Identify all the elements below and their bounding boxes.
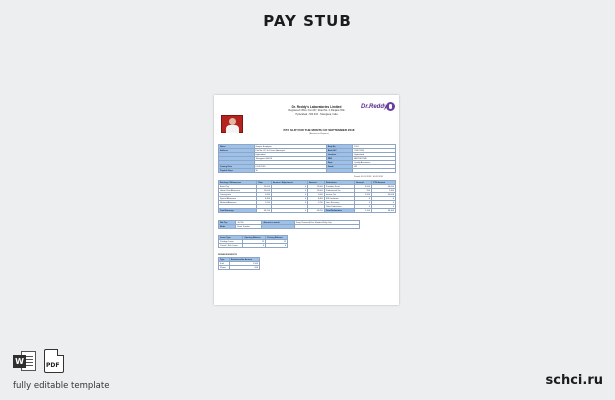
table-cell	[261, 224, 296, 229]
table-cell: Total Earnings	[217, 208, 258, 213]
table-cell: Phone	[218, 265, 230, 270]
pay-stub-document: Dr. Reddy's Laboratories Limited Registe…	[214, 95, 399, 305]
table-cell: 68,400	[371, 208, 396, 213]
employee-info-table: Name Sample Employee Emp No. 1001 Address Plo…	[218, 144, 396, 173]
table-cell: 30	[253, 168, 327, 173]
employee-info-row: Payable Days 30	[218, 168, 396, 173]
totals-row: Total Earnings 46,250 0 46,250 Total Deducti…	[217, 208, 396, 213]
page-title: PAY STUB	[263, 12, 352, 30]
reimbursements-title: REIMBURSEMENTS	[218, 254, 238, 256]
table-cell	[294, 224, 360, 229]
pay-period-note: Period: 01.09.2018 - 30.09.2018	[354, 176, 383, 178]
table-cell: Bank Transfer	[235, 224, 263, 229]
pdf-file-icon: PDF	[44, 349, 64, 373]
brand-name: schci.ru	[545, 373, 603, 388]
earnings-deductions-table: Earnings / Allowances Rate Arrears / Adjus…	[217, 180, 396, 213]
table-cell: 0	[270, 208, 309, 213]
slip-title: PAY SLIP FOR THE MONTH OF SEPTEMBER 2018	[283, 128, 355, 132]
reimb-row: Phone 500	[218, 265, 261, 270]
word-letter: W	[13, 355, 26, 368]
table-cell: 46,250	[307, 208, 325, 213]
company-logo-icon	[386, 102, 395, 111]
company-address-line2: Hyderabad - 500 034 · Telangana, India	[295, 112, 338, 116]
tagline: fully editable template	[13, 381, 110, 391]
word-file-icon: W	[13, 350, 37, 372]
table-cell	[325, 168, 354, 173]
net-pay-table: Net Pay 40,550 Amount in words Forty Thousa…	[217, 220, 360, 229]
table-cell: Casual / Sick Leave	[217, 243, 244, 248]
employee-photo	[221, 115, 243, 133]
leave-row: Casual / Sick Leave 6 6	[217, 243, 288, 248]
table-cell: Payable Days	[218, 168, 255, 173]
leave-balance-table: Leave Type Opening Balance Closing Balance…	[217, 235, 288, 248]
net-pay-row: Mode Bank Transfer	[217, 224, 360, 229]
table-cell	[352, 168, 396, 173]
reimbursements-table: Type Reimbursable Amount Fuel 1,500 Phone 500	[218, 257, 261, 270]
table-cell: Total Deductions	[323, 208, 356, 213]
table-cell: 6	[265, 243, 288, 248]
table-cell: 46,250	[256, 208, 272, 213]
table-cell: 5,700	[354, 208, 373, 213]
table-cell: 6	[242, 243, 267, 248]
slip-subtitle: (Amount in Rupees)	[309, 133, 329, 135]
table-cell: 500	[228, 265, 261, 270]
table-cell: Mode	[217, 224, 237, 229]
